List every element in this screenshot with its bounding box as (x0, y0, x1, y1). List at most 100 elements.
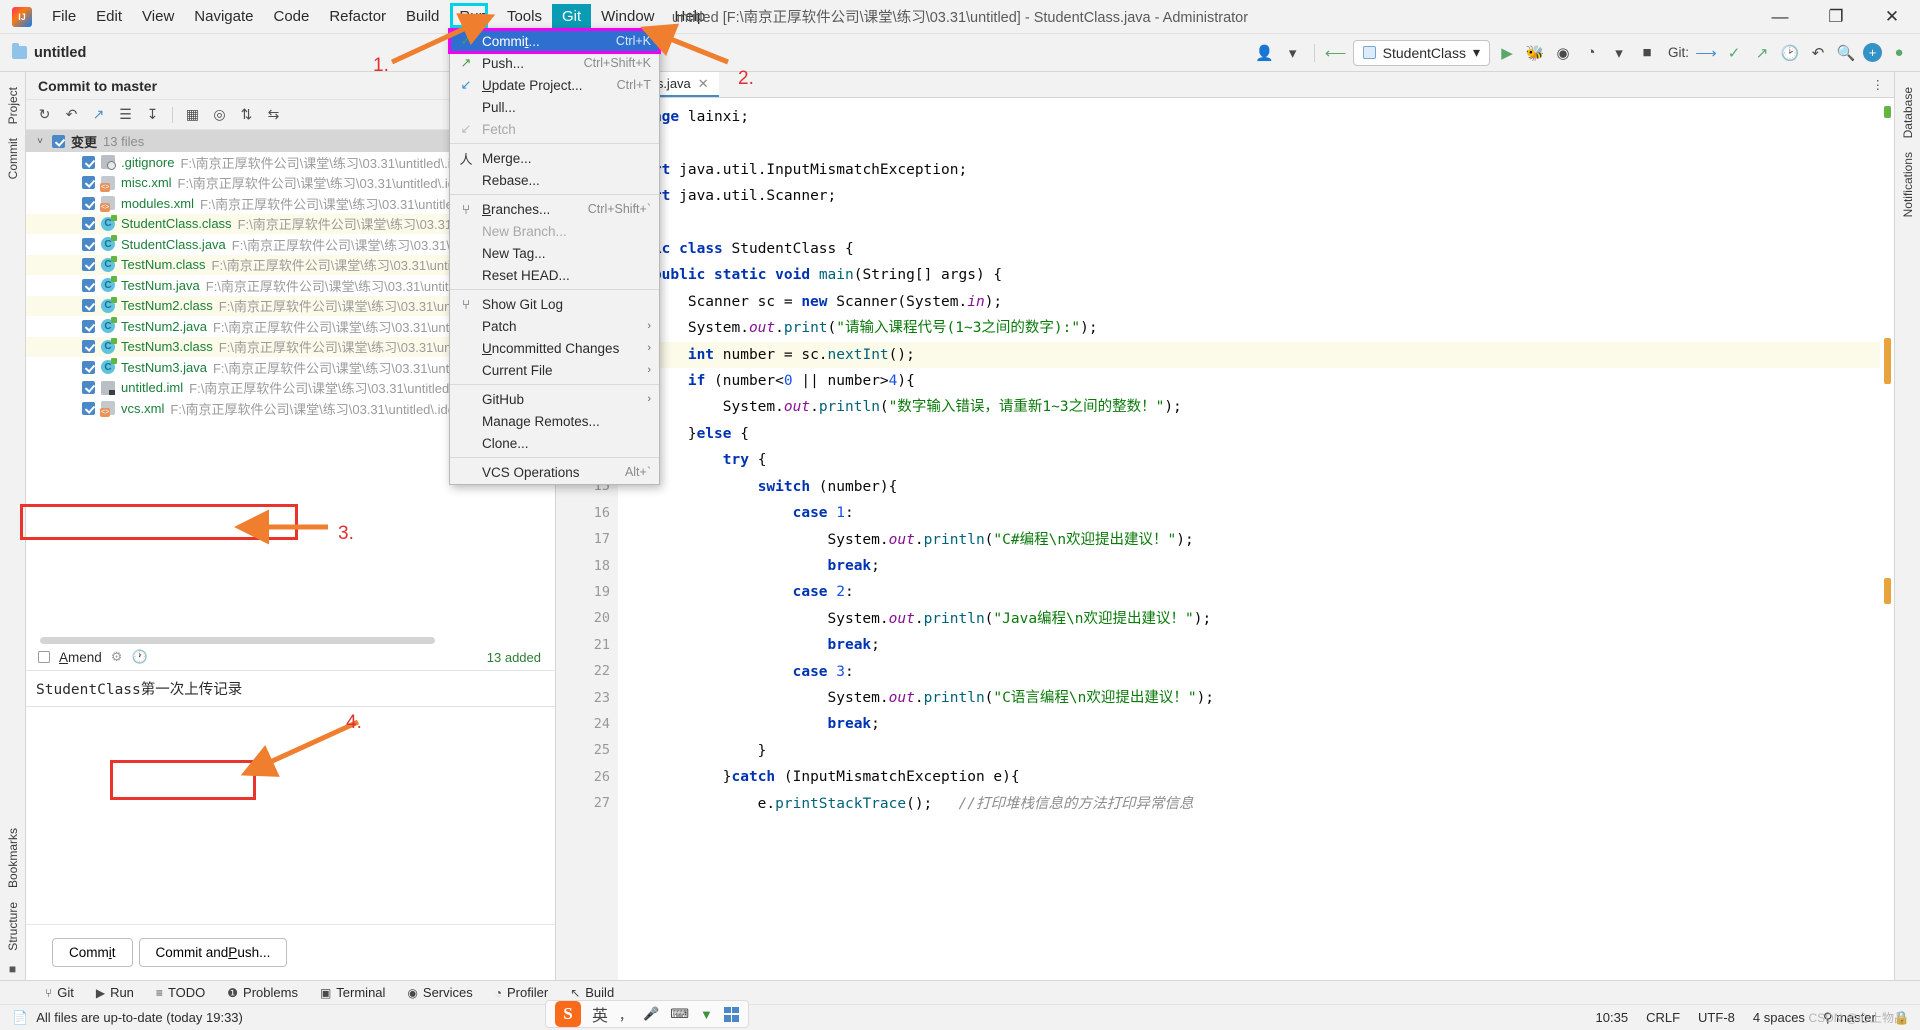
file-encoding[interactable]: UTF-8 (1698, 1010, 1735, 1025)
minimize-button[interactable]: — (1752, 0, 1808, 33)
git-push-icon[interactable]: ↗ (1751, 42, 1773, 64)
menu-tools[interactable]: Tools (497, 4, 552, 30)
tool-window-button-services[interactable]: ◉ Services (396, 985, 483, 1000)
git-menu-item-manage-remotes[interactable]: Manage Remotes... (450, 410, 659, 432)
menu-help[interactable]: Help (665, 4, 716, 30)
scrollbar-thumb[interactable] (40, 636, 435, 644)
git-commit-icon[interactable]: ✓ (1723, 42, 1745, 64)
amend-checkbox[interactable] (38, 651, 50, 664)
commit-button[interactable]: Comm i t (52, 938, 133, 967)
menu-code[interactable]: Code (263, 4, 319, 30)
profiler-icon[interactable]: ◔ (1580, 42, 1602, 64)
stop-icon[interactable]: ■ (1636, 42, 1658, 64)
git-dropdown-menu[interactable]: ✓ Commit... Ctrl+K ↗ Push... Ctrl+Shift+K ↙ Upd… (448, 28, 661, 485)
rollback-icon[interactable]: ↶ (59, 103, 84, 127)
line-separator[interactable]: CRLF (1646, 1010, 1680, 1025)
git-menu-item-pull[interactable]: Pull... (450, 96, 659, 118)
run-configuration-selector[interactable]: StudentClass ▾ (1352, 39, 1490, 66)
tool-window-button-build[interactable]: ↖ Build (559, 985, 625, 1000)
ide-icon[interactable]: ● (1888, 42, 1910, 64)
changes-group-checkbox[interactable] (52, 134, 65, 148)
chevron-down-icon[interactable]: ▾ (1282, 42, 1304, 64)
editor-options-icon[interactable]: ⋮ (1862, 72, 1895, 97)
menu-git[interactable]: Git (551, 3, 592, 30)
indent-setting[interactable]: 4 spaces (1753, 1010, 1805, 1025)
git-menu-item-github[interactable]: GitHub › (450, 388, 659, 410)
project-chip[interactable]: untitled (12, 43, 86, 61)
source-code[interactable]: package lainxi; import java.util.InputMi… (618, 98, 1880, 980)
horizontal-scrollbar[interactable] (26, 635, 555, 645)
git-menu-item-merge[interactable]: 人 Merge... (450, 147, 659, 169)
git-menu-item-update-project[interactable]: ↙ Update Project... Ctrl+T (450, 74, 659, 96)
menu-refactor[interactable]: Refactor (319, 4, 396, 30)
gear-icon[interactable]: ⚙ (111, 649, 123, 665)
menu-navigate[interactable]: Navigate (184, 4, 263, 30)
rollback-icon[interactable]: ↶ (1807, 42, 1829, 64)
close-button[interactable]: ✕ (1864, 0, 1920, 33)
avatar-icon[interactable]: 👤 (1254, 42, 1276, 64)
history-icon[interactable]: 🕐 (131, 649, 147, 665)
rail-item-commit[interactable]: Commit (6, 131, 20, 186)
git-menu-item-show-git-log[interactable]: ⑂ Show Git Log (450, 293, 659, 315)
tool-window-button-run[interactable]: ▶ Run (85, 985, 145, 1000)
git-menu-item-push[interactable]: ↗ Push... Ctrl+Shift+K (450, 52, 659, 74)
menu-edit[interactable]: Edit (86, 4, 132, 30)
rail-item-bookmarks[interactable]: Bookmarks (6, 821, 20, 895)
ime-language-label[interactable]: 英 (592, 1002, 608, 1026)
apps-icon[interactable] (723, 1006, 739, 1022)
file-checkbox[interactable] (82, 155, 95, 169)
commit-message-area[interactable] (26, 706, 555, 924)
chevron-down-icon[interactable]: ▾ (1608, 42, 1630, 64)
chevron-down-icon[interactable]: ˅ (34, 136, 46, 147)
expand-all-icon[interactable]: ⇅ (234, 103, 259, 127)
tool-window-bar[interactable]: ⑂ Git ▶ Run ≡ TODO ❶ Problems ▣ Terminal ◉ Services… (0, 980, 1920, 1004)
toolbox-icon[interactable]: ▼ (700, 1007, 713, 1022)
punctuation-icon[interactable]: ， (619, 1005, 632, 1024)
keyboard-icon[interactable]: ⌨ (670, 1006, 689, 1022)
rail-item-database[interactable]: Database (1901, 80, 1915, 145)
window-controls[interactable]: — ❐ ✕ (1752, 0, 1920, 33)
file-checkbox[interactable] (82, 299, 95, 313)
git-menu-item-reset-head[interactable]: Reset HEAD... (450, 264, 659, 286)
git-menu-item-clone[interactable]: Clone... (450, 432, 659, 454)
terminal-icon[interactable]: ■ (9, 962, 16, 976)
file-checkbox[interactable] (82, 319, 95, 333)
file-checkbox[interactable] (82, 340, 95, 354)
close-icon[interactable]: ✕ (698, 76, 709, 92)
git-menu-item-patch[interactable]: Patch › (450, 315, 659, 337)
file-checkbox[interactable] (82, 196, 95, 210)
update-project-icon[interactable]: ⟵ (1325, 42, 1347, 64)
commit-message-input[interactable]: StudentClass第一次上传记录 (26, 671, 555, 707)
file-checkbox[interactable] (82, 401, 95, 415)
git-menu-item-vcs-operations[interactable]: VCS Operations Alt+` (450, 461, 659, 483)
git-update-icon[interactable]: ⟶ (1695, 42, 1717, 64)
maximize-button[interactable]: ❐ (1808, 0, 1864, 33)
file-checkbox[interactable] (82, 278, 95, 292)
collapse-all-icon[interactable]: ⇆ (261, 103, 286, 127)
debug-icon[interactable]: 🐝 (1524, 42, 1546, 64)
code-editor[interactable]: 1234567891011121314151617181920212223242… (556, 98, 1894, 980)
account-icon[interactable]: + (1863, 43, 1882, 62)
git-menu-item-branches[interactable]: ⑂ Branches... Ctrl+Shift+` (450, 198, 659, 220)
group-by-icon[interactable]: ▦ (180, 103, 205, 127)
git-menu-item-new-tag[interactable]: New Tag... (450, 242, 659, 264)
rail-item-project[interactable]: Project (6, 80, 20, 131)
file-checkbox[interactable] (82, 237, 95, 251)
file-checkbox[interactable] (82, 360, 95, 374)
file-checkbox[interactable] (82, 381, 95, 395)
file-checkbox[interactable] (82, 258, 95, 272)
history-icon[interactable]: 🕑 (1779, 42, 1801, 64)
tool-window-button-profiler[interactable]: ◔ Profiler (484, 985, 559, 1000)
menu-view[interactable]: View (132, 4, 184, 30)
diff-icon[interactable]: ☰ (113, 103, 138, 127)
file-checkbox[interactable] (82, 217, 95, 231)
refresh-icon[interactable]: ↻ (32, 103, 57, 127)
editor-markers-strip[interactable] (1880, 98, 1894, 980)
tool-window-button-problems[interactable]: ❶ Problems (216, 985, 309, 1000)
git-menu-item-rebase[interactable]: Rebase... (450, 169, 659, 191)
git-menu-item-current-file[interactable]: Current File › (450, 359, 659, 381)
file-checkbox[interactable] (82, 176, 95, 190)
menu-build[interactable]: Build (396, 4, 449, 30)
menu-window[interactable]: Window (591, 4, 664, 30)
tool-window-button-git[interactable]: ⑂ Git (34, 985, 85, 1000)
